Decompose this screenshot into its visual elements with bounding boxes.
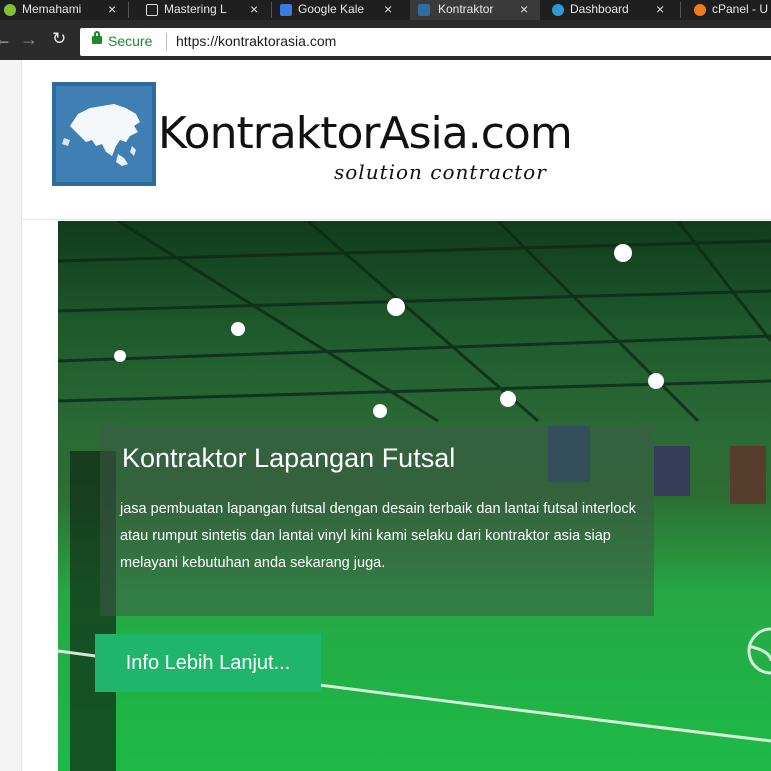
tab-title: Kontraktor xyxy=(438,2,494,16)
tab-close-icon[interactable]: × xyxy=(250,0,258,19)
tab-close-icon[interactable]: × xyxy=(656,0,664,19)
dashboard-favicon-icon xyxy=(552,4,564,16)
site-tagline: solution contractor xyxy=(334,160,547,184)
tab-title: Dashboard xyxy=(570,2,629,16)
reload-icon[interactable]: ↻ xyxy=(52,28,66,50)
lock-icon xyxy=(92,31,102,44)
tab-title: Mastering L xyxy=(164,2,227,16)
info-more-button[interactable]: Info Lebih Lanjut... xyxy=(95,634,321,692)
tab-divider xyxy=(271,2,272,18)
arrow-right-icon[interactable]: → xyxy=(20,28,38,50)
url-text[interactable]: https://kontraktorasia.com xyxy=(176,33,336,49)
address-bar[interactable]: Secure https://kontraktorasia.com xyxy=(80,28,771,56)
tab-title: Memahami xyxy=(22,2,82,16)
tab-dashboard[interactable]: Dashboard × xyxy=(552,0,674,20)
web-page: KontraktorAsia.com solution contractor K… xyxy=(0,60,771,771)
tab-divider xyxy=(680,2,681,18)
kontraktor-favicon-icon xyxy=(418,4,430,16)
asia-map-logo-icon[interactable] xyxy=(52,82,156,186)
tab-close-icon[interactable]: × xyxy=(108,0,116,19)
hero-description: jasa pembuatan lapangan futsal dengan de… xyxy=(120,501,636,571)
page-favicon-icon xyxy=(146,4,158,16)
tab-mastering[interactable]: Mastering L × xyxy=(146,0,268,20)
calendar-favicon-icon xyxy=(280,4,292,16)
tab-google-kalender[interactable]: Google Kale × xyxy=(280,0,402,20)
tab-cpanel[interactable]: cPanel - U xyxy=(694,0,771,20)
tab-divider xyxy=(128,2,129,18)
address-divider xyxy=(166,33,167,51)
browser-tab-strip: Memahami × Mastering L × Google Kale × K… xyxy=(0,0,771,20)
hero-title: Kontraktor Lapangan Futsal xyxy=(122,443,456,473)
leaf-favicon-icon xyxy=(4,4,16,16)
page-left-gutter xyxy=(0,60,22,771)
site-header: KontraktorAsia.com solution contractor xyxy=(22,60,771,220)
cpanel-favicon-icon xyxy=(694,4,706,16)
tab-title: cPanel - U xyxy=(712,2,769,16)
tab-close-icon[interactable]: × xyxy=(384,0,392,19)
tab-close-icon[interactable]: × xyxy=(520,0,528,19)
hero-banner: Kontraktor Lapangan Futsal jasa pembuata… xyxy=(58,221,771,771)
tab-title: Google Kale xyxy=(298,2,365,16)
arrow-left-icon[interactable]: ← xyxy=(0,28,12,50)
tab-kontraktor[interactable]: Kontraktor × xyxy=(410,0,540,20)
tab-memahami[interactable]: Memahami × xyxy=(4,0,126,20)
secure-label: Secure xyxy=(108,33,153,49)
site-brand-name[interactable]: KontraktorAsia.com xyxy=(158,108,573,159)
